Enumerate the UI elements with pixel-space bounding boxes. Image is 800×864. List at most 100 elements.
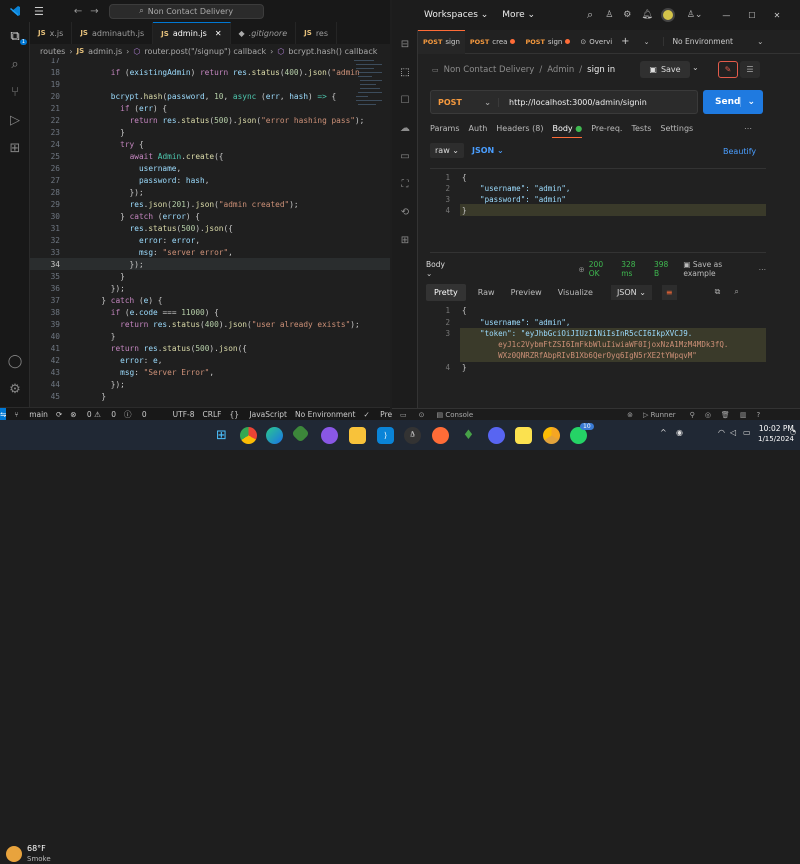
response-body-toggle[interactable]: Body ⌄ <box>426 260 450 278</box>
clock[interactable]: 10:02 PM 1/15/2024 <box>758 424 794 444</box>
linux-icon[interactable]: 🐧︎ <box>404 427 421 444</box>
response-time[interactable]: 328 ms <box>621 260 646 278</box>
response-body-viewer[interactable]: 1 2 3 4 { "username": "admin", "token": … <box>430 306 766 401</box>
discord-icon[interactable] <box>488 427 505 444</box>
response-size[interactable]: 398 B <box>654 260 673 278</box>
settings-gear-icon[interactable]: ⚙ <box>623 10 631 20</box>
chrome-icon[interactable] <box>240 427 257 444</box>
command-search-box[interactable]: ⌕ Non Contact Delivery <box>108 3 264 19</box>
proxy-icon[interactable]: ⚲ <box>690 411 695 419</box>
workspaces-menu[interactable]: Workspaces ⌄ <box>424 10 488 20</box>
tabs-dropdown-icon[interactable]: ⌄ <box>644 38 650 46</box>
weather-widget[interactable]: 68°F Smoke <box>6 844 51 864</box>
environments-icon[interactable]: ☐ <box>392 86 418 114</box>
breadcrumb-item[interactable]: bcrypt.hash() callback <box>288 47 377 56</box>
wifi-icon[interactable]: ◠ <box>718 428 725 437</box>
tab-visualize[interactable]: Visualize <box>558 288 593 297</box>
tab-post-sign-2[interactable]: POST sign <box>520 30 575 54</box>
monitors-icon[interactable]: ▭ <box>392 142 418 170</box>
body-format-selector[interactable]: JSON ⌄ <box>472 146 504 155</box>
edit-button[interactable]: ✎ <box>718 61 738 78</box>
history-icon[interactable]: ⟲ <box>392 198 418 226</box>
collection-name[interactable]: Non Contact Delivery <box>444 65 535 75</box>
minimap[interactable] <box>352 58 386 178</box>
breadcrumb-item[interactable]: routes <box>40 47 65 56</box>
save-dropdown-icon[interactable]: ⌄ <box>692 63 699 72</box>
notifications-bell-icon[interactable]: 🔔︎ <box>641 10 652 20</box>
wrap-lines-icon[interactable]: ≡ <box>661 284 677 300</box>
encoding[interactable]: UTF-8 <box>173 410 195 419</box>
mongodb-icon[interactable]: ♦ <box>460 427 477 444</box>
sync-icon[interactable]: ⟳ <box>56 410 62 419</box>
tab-preview[interactable]: Preview <box>511 288 542 297</box>
code-editor[interactable]: 17 18 19 20 21 22 23 24 25 26 27 28 29 30 31 32 33 34 35 36… <box>30 58 390 407</box>
tab-admin-js[interactable]: JS admin.js ✕ <box>153 22 231 44</box>
run-debug-icon[interactable]: ▷ <box>0 106 30 134</box>
more-icon[interactable]: ⋯ <box>759 265 767 274</box>
sidebar-toggle-icon[interactable]: ▭ <box>400 411 407 419</box>
user-avatar[interactable] <box>660 8 675 22</box>
copy-icon[interactable]: ⧉ <box>715 287 721 297</box>
comments-icon[interactable]: ☰ <box>740 61 760 78</box>
api-icon[interactable]: ⬚ <box>392 58 418 86</box>
collections-icon[interactable]: ⊟ <box>392 30 418 58</box>
online-icon[interactable]: ⊙ <box>419 411 425 419</box>
edge-icon[interactable] <box>266 427 283 444</box>
cookies-icon[interactable]: ⋯ <box>744 124 752 133</box>
response-format-selector[interactable]: JSON ⌄ <box>610 284 652 300</box>
search-icon[interactable]: ⌕ <box>734 287 738 297</box>
body-mode-selector[interactable]: raw ⌄ <box>430 143 464 158</box>
bootcamp-icon[interactable]: ⊚ <box>627 411 633 419</box>
extensions-icon[interactable]: ⊞ <box>0 134 30 162</box>
tab-x-js[interactable]: JS x.js <box>30 22 73 44</box>
minimize-icon[interactable]: — <box>722 11 730 20</box>
tab-params[interactable]: Params <box>430 124 460 138</box>
add-user-icon[interactable]: ♙⌄ <box>687 10 703 20</box>
tray-discord-icon[interactable]: ◉ <box>676 428 683 437</box>
tab-headers[interactable]: Headers (8) <box>496 124 543 138</box>
mock-servers-icon[interactable]: ☁ <box>392 114 418 142</box>
tab-pre-request[interactable]: Pre-req. <box>591 124 622 138</box>
add-workspace-icon[interactable]: ⊞ <box>392 226 418 254</box>
file-explorer-icon[interactable] <box>349 427 366 444</box>
notifications-icon[interactable]: ◔ <box>790 428 796 436</box>
runner-button[interactable]: ▷ Runner <box>643 411 676 419</box>
tab-raw[interactable]: Raw <box>478 288 495 297</box>
environment-selector[interactable]: No Environment ⌄ <box>663 37 763 46</box>
tab-tests[interactable]: Tests <box>631 124 651 138</box>
breadcrumb-item[interactable]: admin.js <box>88 47 122 56</box>
tab-post-crea[interactable]: POST crea <box>465 30 521 54</box>
folder-name[interactable]: Admin <box>547 65 574 75</box>
tab-adminauth-js[interactable]: JS adminauth.js <box>72 22 154 44</box>
line-ending[interactable]: CRLF <box>203 410 222 419</box>
layout-icon[interactable]: ▥ <box>740 411 747 419</box>
sticky-notes-icon[interactable] <box>515 427 532 444</box>
branch-indicator[interactable]: ⑂ main <box>14 410 48 419</box>
search-icon[interactable]: ⌕ <box>0 50 30 78</box>
tab-body[interactable]: Body ● <box>552 124 583 138</box>
source-control-icon[interactable]: ⑂ <box>0 78 30 106</box>
tray-chevron-icon[interactable]: ^ <box>660 428 667 437</box>
maximize-icon[interactable]: ☐ <box>748 11 755 20</box>
settings-gear-icon[interactable]: ⚙ <box>0 375 30 403</box>
tab-auth[interactable]: Auth <box>469 124 488 138</box>
add-tab-icon[interactable]: + <box>621 36 629 47</box>
beautify-link[interactable]: Beautify <box>723 147 756 156</box>
send-button[interactable]: Send ⌄ <box>703 90 763 114</box>
save-example-button[interactable]: ▣ Save as example <box>683 260 748 278</box>
search-icon[interactable]: ⌕ <box>587 8 593 22</box>
flows-icon[interactable]: ⛶ <box>392 170 418 198</box>
tab-res[interactable]: JS res <box>296 22 338 44</box>
request-body-editor[interactable]: 1 2 3 4 { "username": "admin", "password… <box>430 168 766 253</box>
method-selector[interactable]: POST ⌄ <box>431 97 499 107</box>
cookies-icon[interactable]: ◎ <box>705 411 711 419</box>
language-mode[interactable]: {} JavaScript <box>229 410 287 419</box>
chrome-canary-icon[interactable] <box>543 427 560 444</box>
console-button[interactable]: ▤ Console <box>437 411 474 419</box>
more-menu[interactable]: More ⌄ <box>502 10 535 20</box>
request-name[interactable]: sign in <box>587 65 615 75</box>
trash-icon[interactable]: 🗑︎ <box>721 411 730 419</box>
back-arrow-icon[interactable]: ← <box>74 6 82 17</box>
forward-arrow-icon[interactable]: → <box>90 6 98 17</box>
vscode-taskbar-icon[interactable]: ⟩ <box>377 427 394 444</box>
